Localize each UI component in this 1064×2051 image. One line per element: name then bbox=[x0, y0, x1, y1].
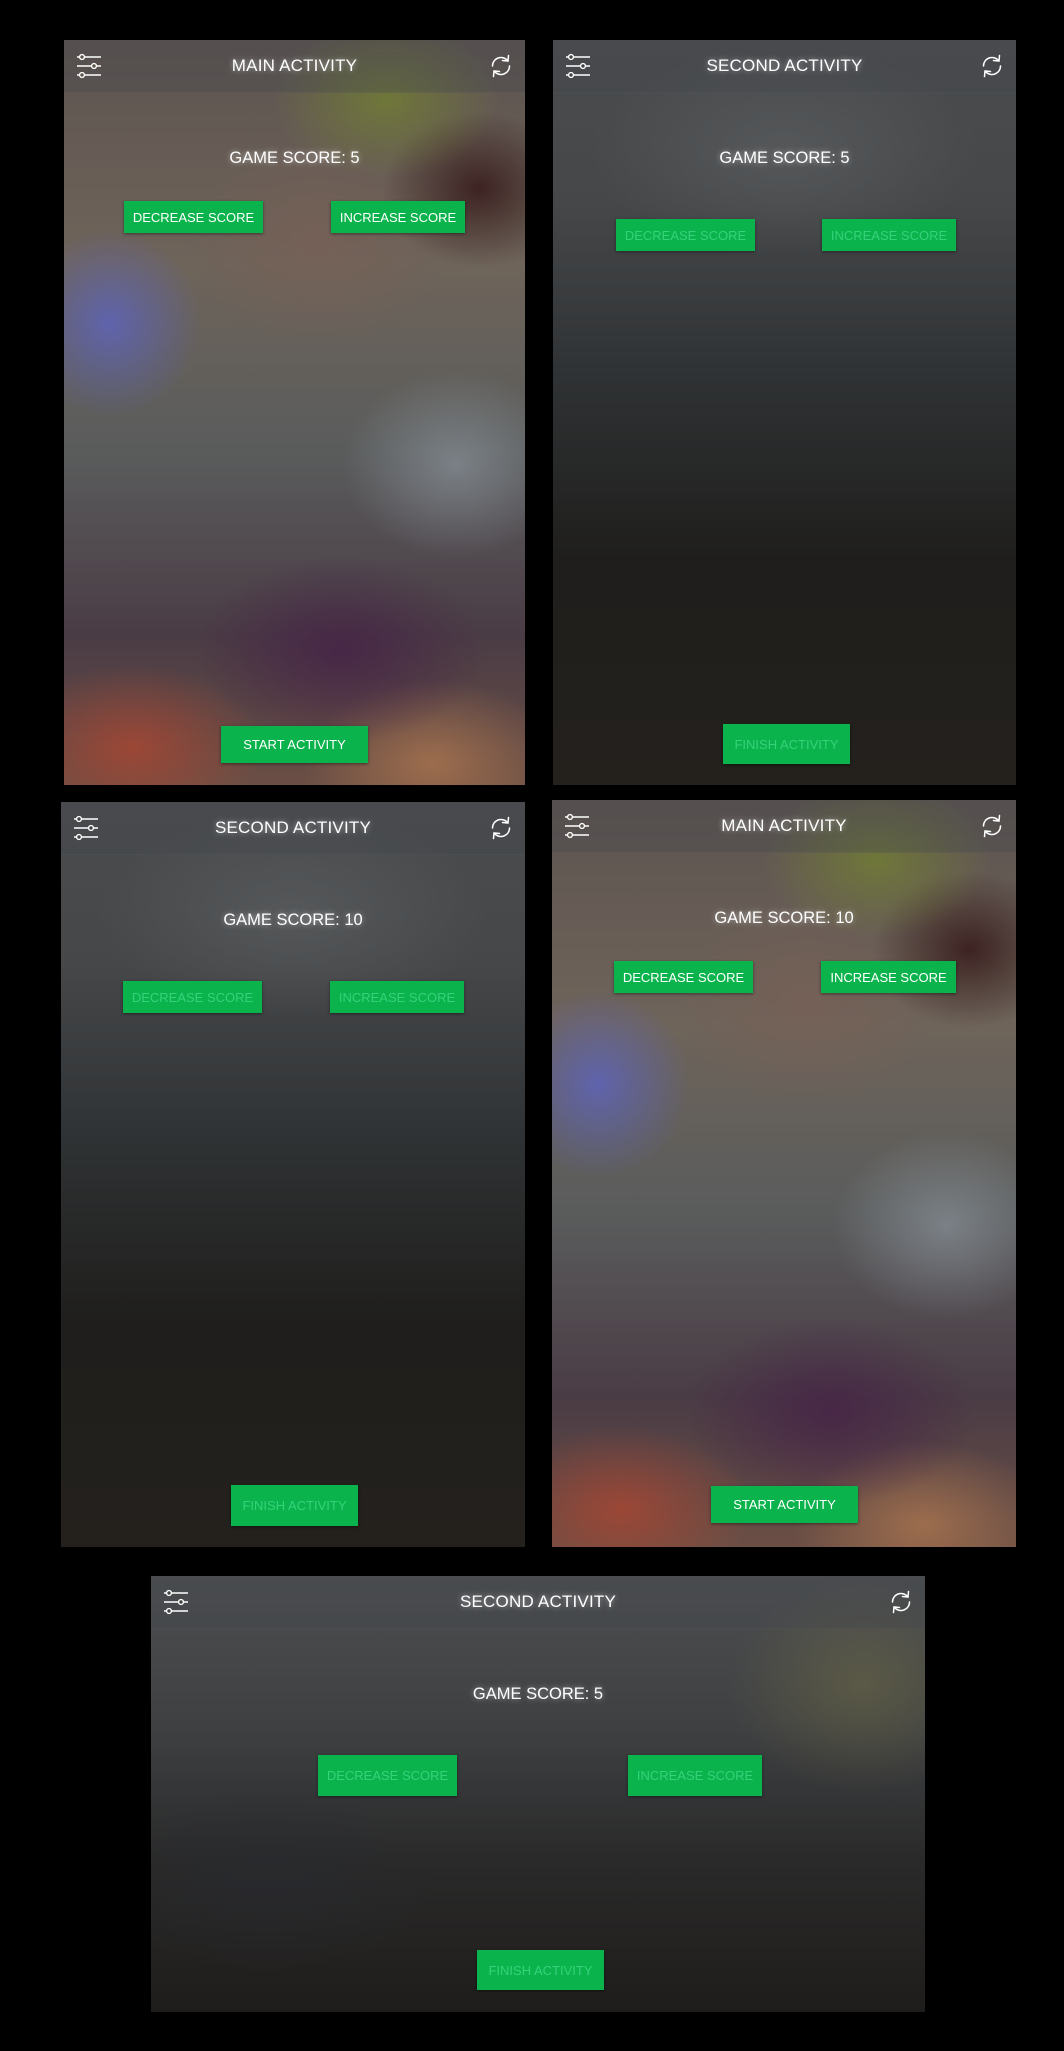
screen-second-activity-2: SECOND ACTIVITY GAME SCORE: 10 DECREASE … bbox=[61, 802, 525, 1547]
finish-activity-button[interactable]: FINISH ACTIVITY bbox=[231, 1485, 358, 1526]
decrease-score-button[interactable]: DECREASE SCORE bbox=[123, 981, 262, 1013]
background bbox=[151, 1576, 925, 2012]
start-activity-button[interactable]: START ACTIVITY bbox=[711, 1486, 858, 1523]
decrease-score-button[interactable]: DECREASE SCORE bbox=[124, 201, 263, 233]
increase-score-button[interactable]: INCREASE SCORE bbox=[821, 961, 956, 993]
finish-activity-button[interactable]: FINISH ACTIVITY bbox=[723, 724, 850, 764]
refresh-icon[interactable] bbox=[888, 1589, 914, 1615]
refresh-icon[interactable] bbox=[488, 815, 514, 841]
refresh-icon[interactable] bbox=[979, 813, 1005, 839]
decrease-score-button[interactable]: DECREASE SCORE bbox=[318, 1755, 457, 1796]
game-score: GAME SCORE: 10 bbox=[223, 911, 363, 929]
page-title: SECOND ACTIVITY bbox=[706, 56, 863, 75]
increase-score-button[interactable]: INCREASE SCORE bbox=[330, 981, 464, 1013]
increase-score-button[interactable]: INCREASE SCORE bbox=[628, 1755, 762, 1796]
game-score: GAME SCORE: 5 bbox=[229, 149, 360, 167]
screen-main-activity-2: MAIN ACTIVITY GAME SCORE: 10 DECREASE SC… bbox=[552, 800, 1016, 1547]
screen-second-activity-1: SECOND ACTIVITY GAME SCORE: 5 DECREASE S… bbox=[553, 40, 1016, 785]
page-title: MAIN ACTIVITY bbox=[231, 56, 358, 75]
page-title: SECOND ACTIVITY bbox=[214, 818, 372, 837]
screen-main-activity-1: MAIN ACTIVITY GAME SCORE: 5 DECREASE SCO… bbox=[64, 40, 525, 785]
increase-score-button[interactable]: INCREASE SCORE bbox=[822, 219, 956, 251]
page-title: MAIN ACTIVITY bbox=[721, 816, 847, 835]
decrease-score-button[interactable]: DECREASE SCORE bbox=[616, 219, 755, 251]
game-score: GAME SCORE: 5 bbox=[719, 149, 850, 167]
screen-second-activity-landscape: SECOND ACTIVITY GAME SCORE: 5 DECREASE S… bbox=[151, 1576, 925, 2012]
game-score: GAME SCORE: 5 bbox=[472, 1685, 604, 1703]
increase-score-button[interactable]: INCREASE SCORE bbox=[331, 201, 465, 233]
game-score: GAME SCORE: 10 bbox=[714, 909, 854, 927]
refresh-icon[interactable] bbox=[979, 53, 1005, 79]
refresh-icon[interactable] bbox=[488, 53, 514, 79]
start-activity-button[interactable]: START ACTIVITY bbox=[221, 726, 368, 763]
page-title: SECOND ACTIVITY bbox=[459, 1592, 617, 1611]
decrease-score-button[interactable]: DECREASE SCORE bbox=[614, 961, 753, 993]
finish-activity-button[interactable]: FINISH ACTIVITY bbox=[477, 1950, 604, 1990]
